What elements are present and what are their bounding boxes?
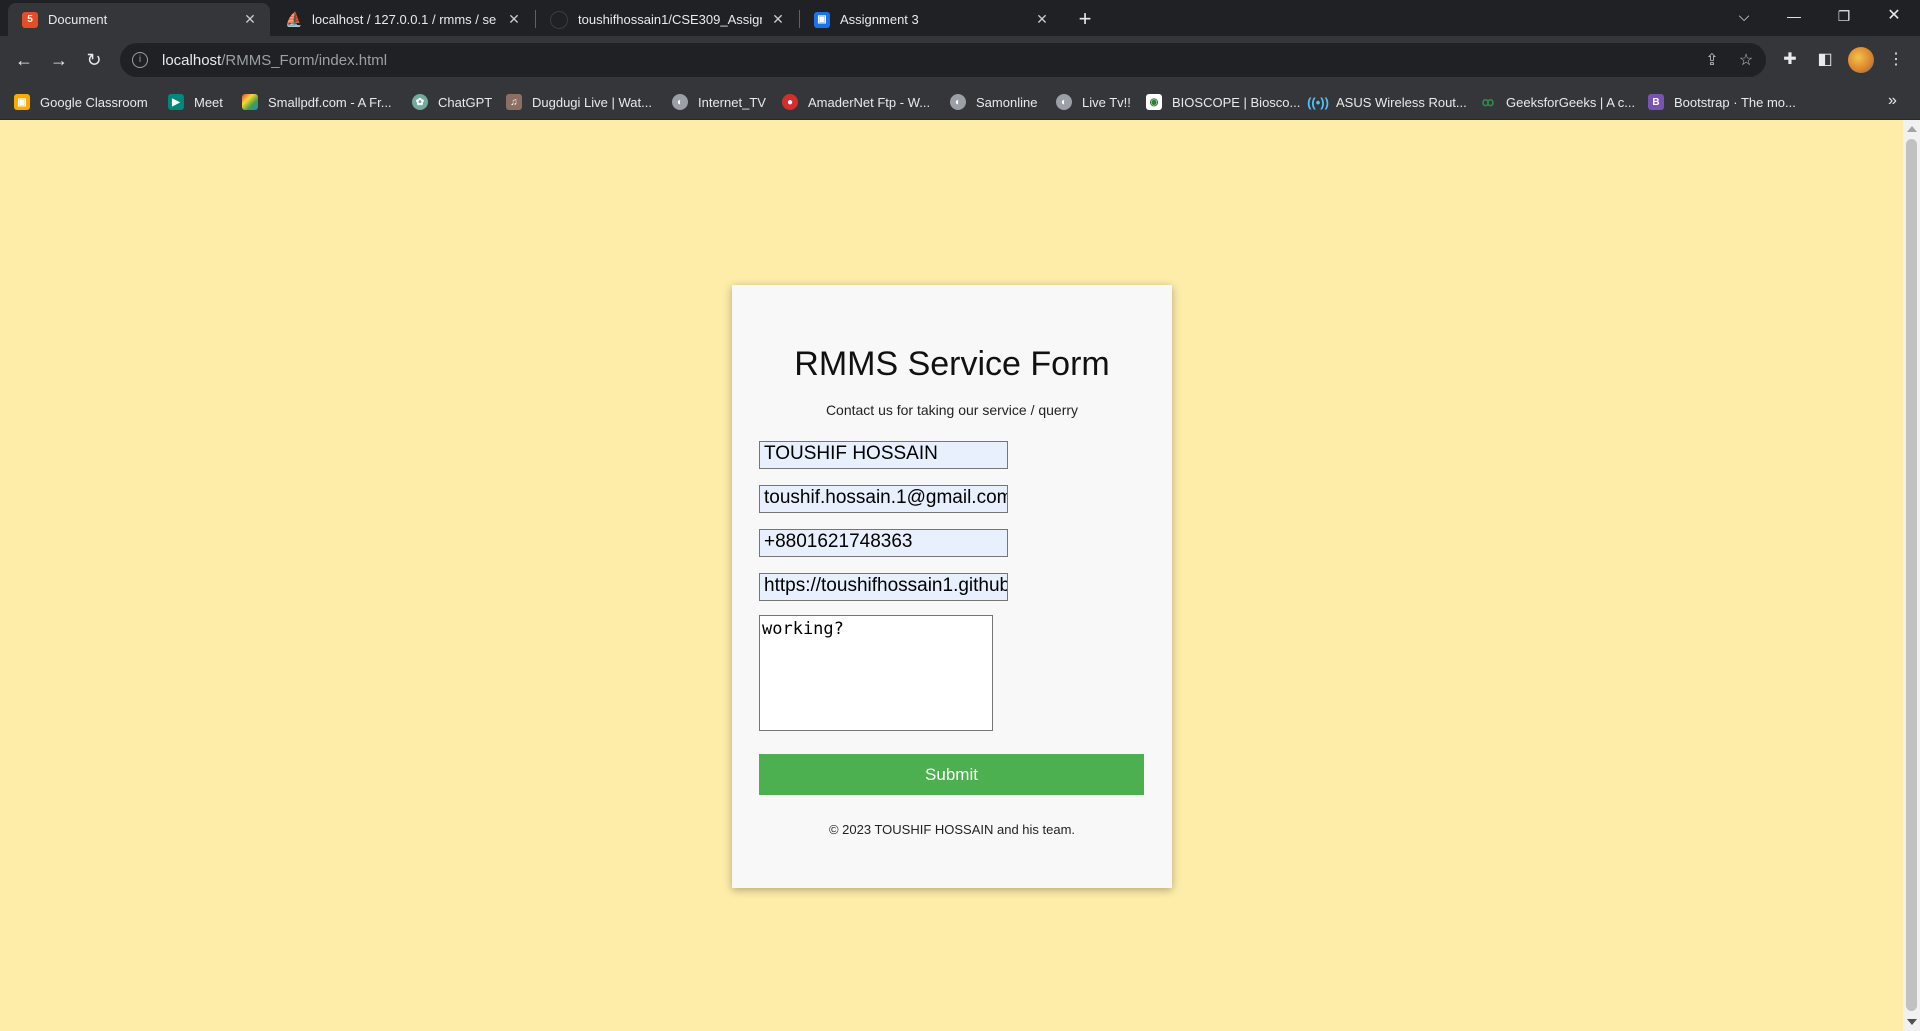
reload-icon[interactable]: ↻	[80, 46, 108, 74]
form-title: RMMS Service Form	[794, 345, 1110, 383]
smallpdf-icon	[242, 94, 258, 110]
minimize-button[interactable]: —	[1772, 0, 1816, 32]
html5-icon: 5	[22, 11, 38, 28]
phone-input[interactable]: +8801621748363	[759, 529, 1008, 557]
bookmark-samonline[interactable]: ◐ Samonline	[950, 92, 1037, 112]
browser-chrome: 5 Document ✕ ⛵ localhost / 127.0.0.1 / r…	[0, 0, 1920, 120]
bookmark-label: Bootstrap · The mo...	[1674, 94, 1796, 110]
profile-avatar[interactable]	[1848, 47, 1874, 73]
restore-button[interactable]: ❐	[1822, 0, 1866, 32]
share-icon[interactable]: ⇪	[1702, 51, 1722, 71]
submit-button[interactable]: Submit	[759, 754, 1144, 795]
tab-title: localhost / 127.0.0.1 / rmms / se	[312, 12, 497, 27]
globe-icon: ◐	[672, 94, 688, 110]
browser-toolbar: ← → ↻ i localhost/RMMS_Form/index.html ⇪…	[0, 36, 1920, 84]
dugdugi-icon: ♫	[506, 94, 522, 110]
email-input[interactable]: toushif.hossain.1@gmail.com	[759, 485, 1008, 513]
tab-document[interactable]: 5 Document ✕	[8, 3, 270, 36]
side-panel-icon[interactable]: ◧	[1813, 48, 1837, 72]
router-icon: ((•))	[1307, 94, 1329, 110]
bookmark-google-classroom[interactable]: ▣ Google Classroom	[14, 92, 148, 112]
bookmark-dugdugi[interactable]: ♫ Dugdugi Live | Wat...	[506, 92, 652, 112]
scroll-down-icon[interactable]	[1907, 1019, 1917, 1025]
bookmark-label: ChatGPT	[438, 94, 493, 110]
name-input[interactable]: TOUSHIF HOSSAIN	[759, 441, 1008, 469]
forward-icon[interactable]: →	[45, 46, 73, 74]
close-window-button[interactable]: ✕	[1872, 0, 1916, 32]
phpmyadmin-icon: ⛵	[285, 11, 303, 27]
bookmark-label: BIOSCOPE | Biosco...	[1172, 94, 1301, 110]
bioscope-icon: ◉	[1146, 94, 1162, 110]
tab-search-icon[interactable]: ⌵	[1722, 0, 1766, 32]
url-host: localhost	[162, 51, 222, 69]
bookmark-label: ASUS Wireless Rout...	[1336, 94, 1467, 110]
bookmark-label: Internet_TV	[698, 94, 766, 110]
bookmark-bioscope[interactable]: ◉ BIOSCOPE | Biosco...	[1146, 92, 1300, 112]
tab-title: Assignment 3	[840, 12, 919, 27]
classroom-icon: ▣	[14, 94, 30, 110]
bootstrap-icon: B	[1648, 94, 1664, 110]
tab-github[interactable]: toushifhossain1/CSE309_Assignm ✕	[536, 3, 798, 36]
bookmark-star-icon[interactable]: ☆	[1736, 51, 1756, 71]
bookmark-geeksforgeeks[interactable]: ꝏ GeeksforGeeks | A c...	[1480, 92, 1635, 112]
globe-icon: ◐	[1056, 94, 1072, 110]
bookmark-live-tv[interactable]: ◐ Live Tv!!	[1056, 92, 1131, 112]
bookmark-label: Meet	[194, 94, 223, 110]
chatgpt-icon: ✿	[412, 94, 428, 110]
url-path: /RMMS_Form/index.html	[221, 51, 388, 69]
close-icon[interactable]: ✕	[770, 11, 786, 28]
website-input[interactable]: https://toushifhossain1.github.io	[759, 573, 1008, 601]
meet-icon: ▶	[168, 94, 184, 110]
scroll-up-icon[interactable]	[1907, 126, 1917, 132]
tab-phpmyadmin[interactable]: ⛵ localhost / 127.0.0.1 / rmms / se ✕	[272, 3, 534, 36]
form-footer: © 2023 TOUSHIF HOSSAIN and his team.	[828, 822, 1076, 837]
github-icon	[550, 10, 568, 29]
bookmark-label: Smallpdf.com - A Fr...	[268, 94, 392, 110]
new-tab-button[interactable]: +	[1072, 6, 1098, 32]
classroom-icon: ▣	[814, 11, 830, 28]
site-info-icon[interactable]: i	[132, 52, 148, 68]
bookmarks-bar: ▣ Google Classroom ▶ Meet Smallpdf.com -…	[0, 84, 1920, 120]
bookmark-label: Dugdugi Live | Wat...	[532, 94, 652, 110]
globe-icon: ◐	[950, 94, 966, 110]
bookmark-label: Google Classroom	[40, 94, 148, 110]
service-form-card: RMMS Service Form Contact us for taking …	[732, 285, 1172, 888]
bookmark-internet-tv[interactable]: ◐ Internet_TV	[672, 92, 766, 112]
close-icon[interactable]: ✕	[1034, 11, 1050, 28]
form-subtitle: Contact us for taking our service / quer…	[825, 402, 1079, 418]
url-text: localhost/RMMS_Form/index.html	[162, 52, 387, 69]
bookmark-label: GeeksforGeeks | A c...	[1506, 94, 1636, 110]
bookmark-chatgpt[interactable]: ✿ ChatGPT	[412, 92, 492, 112]
close-icon[interactable]: ✕	[242, 11, 258, 28]
amadernet-icon: ●	[782, 94, 798, 110]
bookmark-label: AmaderNet Ftp - W...	[808, 94, 931, 110]
gfg-icon: ꝏ	[1481, 95, 1495, 109]
bookmark-label: Samonline	[976, 94, 1038, 110]
bookmark-bootstrap[interactable]: B Bootstrap · The mo...	[1648, 92, 1796, 112]
tab-title: Document	[48, 12, 108, 27]
close-icon[interactable]: ✕	[506, 11, 522, 28]
menu-icon[interactable]: ⋮	[1884, 48, 1908, 72]
tab-strip: 5 Document ✕ ⛵ localhost / 127.0.0.1 / r…	[0, 0, 1920, 36]
extensions-icon[interactable]: ✚	[1778, 48, 1802, 72]
scrollbar-thumb[interactable]	[1906, 139, 1917, 1011]
bookmark-smallpdf[interactable]: Smallpdf.com - A Fr...	[242, 92, 392, 112]
page-scrollbar[interactable]	[1903, 120, 1920, 1031]
bookmark-amadernet[interactable]: ● AmaderNet Ftp - W...	[782, 92, 930, 112]
tab-title: toushifhossain1/CSE309_Assignm	[578, 12, 762, 27]
back-icon[interactable]: ←	[10, 46, 38, 74]
bookmark-meet[interactable]: ▶ Meet	[168, 92, 223, 112]
bookmarks-overflow-icon[interactable]: »	[1888, 92, 1897, 110]
tab-assignment[interactable]: ▣ Assignment 3 ✕	[800, 3, 1062, 36]
address-bar[interactable]: i localhost/RMMS_Form/index.html ⇪ ☆	[120, 43, 1766, 77]
message-textarea[interactable]: working?	[759, 615, 993, 731]
bookmark-label: Live Tv!!	[1082, 94, 1131, 110]
bookmark-asus-router[interactable]: ((•)) ASUS Wireless Rout...	[1307, 92, 1467, 112]
